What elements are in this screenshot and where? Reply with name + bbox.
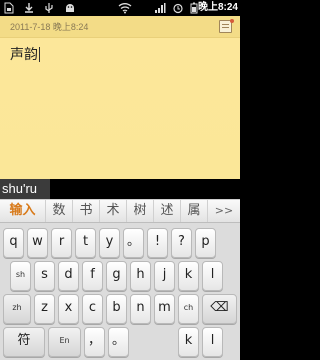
note-text-field[interactable]: 声韵 (10, 44, 40, 64)
key-w[interactable]: w (27, 228, 48, 258)
language-switch-key[interactable]: En (48, 327, 81, 357)
key-f[interactable]: f (82, 261, 103, 291)
key-exclamation[interactable]: ! (147, 228, 168, 258)
key-s[interactable]: s (34, 261, 55, 291)
key-p[interactable]: p (195, 228, 216, 258)
note-date: 2011-7-18 晚上8:24 (10, 22, 89, 32)
status-bar: 晚上8:24 (0, 0, 240, 16)
candidates-more-button[interactable]: >> (208, 200, 240, 222)
note-content: 声韵 (10, 47, 38, 63)
candidate-item[interactable]: 树 (127, 200, 154, 222)
key-t[interactable]: t (75, 228, 96, 258)
android-debug-icon (64, 2, 76, 14)
key-n[interactable]: n (130, 294, 151, 324)
battery-icon (190, 2, 198, 14)
key-y[interactable]: y (99, 228, 120, 258)
key-period[interactable]: 。 (123, 228, 144, 258)
keyboard: q w r t y 。 ! ? p sh s d f g h j k l zh … (0, 223, 240, 360)
note-menu-icon[interactable] (219, 19, 234, 33)
key-period-bottom[interactable]: 。 (108, 327, 129, 357)
key-r[interactable]: r (51, 228, 72, 258)
note-header: 2011-7-18 晚上8:24 (0, 16, 240, 38)
key-comma[interactable]: ， (84, 327, 105, 357)
key-k[interactable]: k (178, 261, 199, 291)
candidate-bar: 输入 数 书 术 树 述 属 >> (0, 199, 240, 223)
candidate-item[interactable]: 属 (181, 200, 208, 222)
note-area[interactable]: 2011-7-18 晚上8:24 声韵 (0, 16, 240, 179)
text-cursor (39, 47, 40, 62)
alarm-icon (172, 2, 184, 14)
candidate-item[interactable]: 述 (154, 200, 181, 222)
key-q[interactable]: q (3, 228, 24, 258)
key-k-bottom[interactable]: k (178, 327, 199, 357)
status-time: 晚上8:24 (197, 2, 238, 13)
symbols-key[interactable]: 符 (3, 327, 45, 357)
candidate-item[interactable]: 输入 (0, 200, 46, 222)
download-icon (24, 2, 34, 14)
wifi-icon (118, 2, 132, 14)
key-l[interactable]: l (202, 261, 223, 291)
key-sh[interactable]: sh (10, 261, 31, 291)
key-m[interactable]: m (154, 294, 175, 324)
key-g[interactable]: g (106, 261, 127, 291)
key-l-bottom[interactable]: l (202, 327, 223, 357)
key-x[interactable]: x (58, 294, 79, 324)
key-c[interactable]: c (82, 294, 103, 324)
candidate-item[interactable]: 书 (73, 200, 100, 222)
key-h[interactable]: h (130, 261, 151, 291)
key-j[interactable]: j (154, 261, 175, 291)
key-b[interactable]: b (106, 294, 127, 324)
backspace-key[interactable]: ⌫ (202, 294, 237, 324)
key-z[interactable]: z (34, 294, 55, 324)
key-ch[interactable]: ch (178, 294, 199, 324)
signal-icon (154, 2, 166, 14)
usb-icon (44, 2, 54, 14)
key-question[interactable]: ? (171, 228, 192, 258)
composition-text: shu'ru (0, 179, 50, 199)
key-d[interactable]: d (58, 261, 79, 291)
candidate-item[interactable]: 数 (46, 200, 73, 222)
candidate-item[interactable]: 术 (100, 200, 127, 222)
key-zh[interactable]: zh (3, 294, 31, 324)
sim-icon (4, 2, 14, 14)
